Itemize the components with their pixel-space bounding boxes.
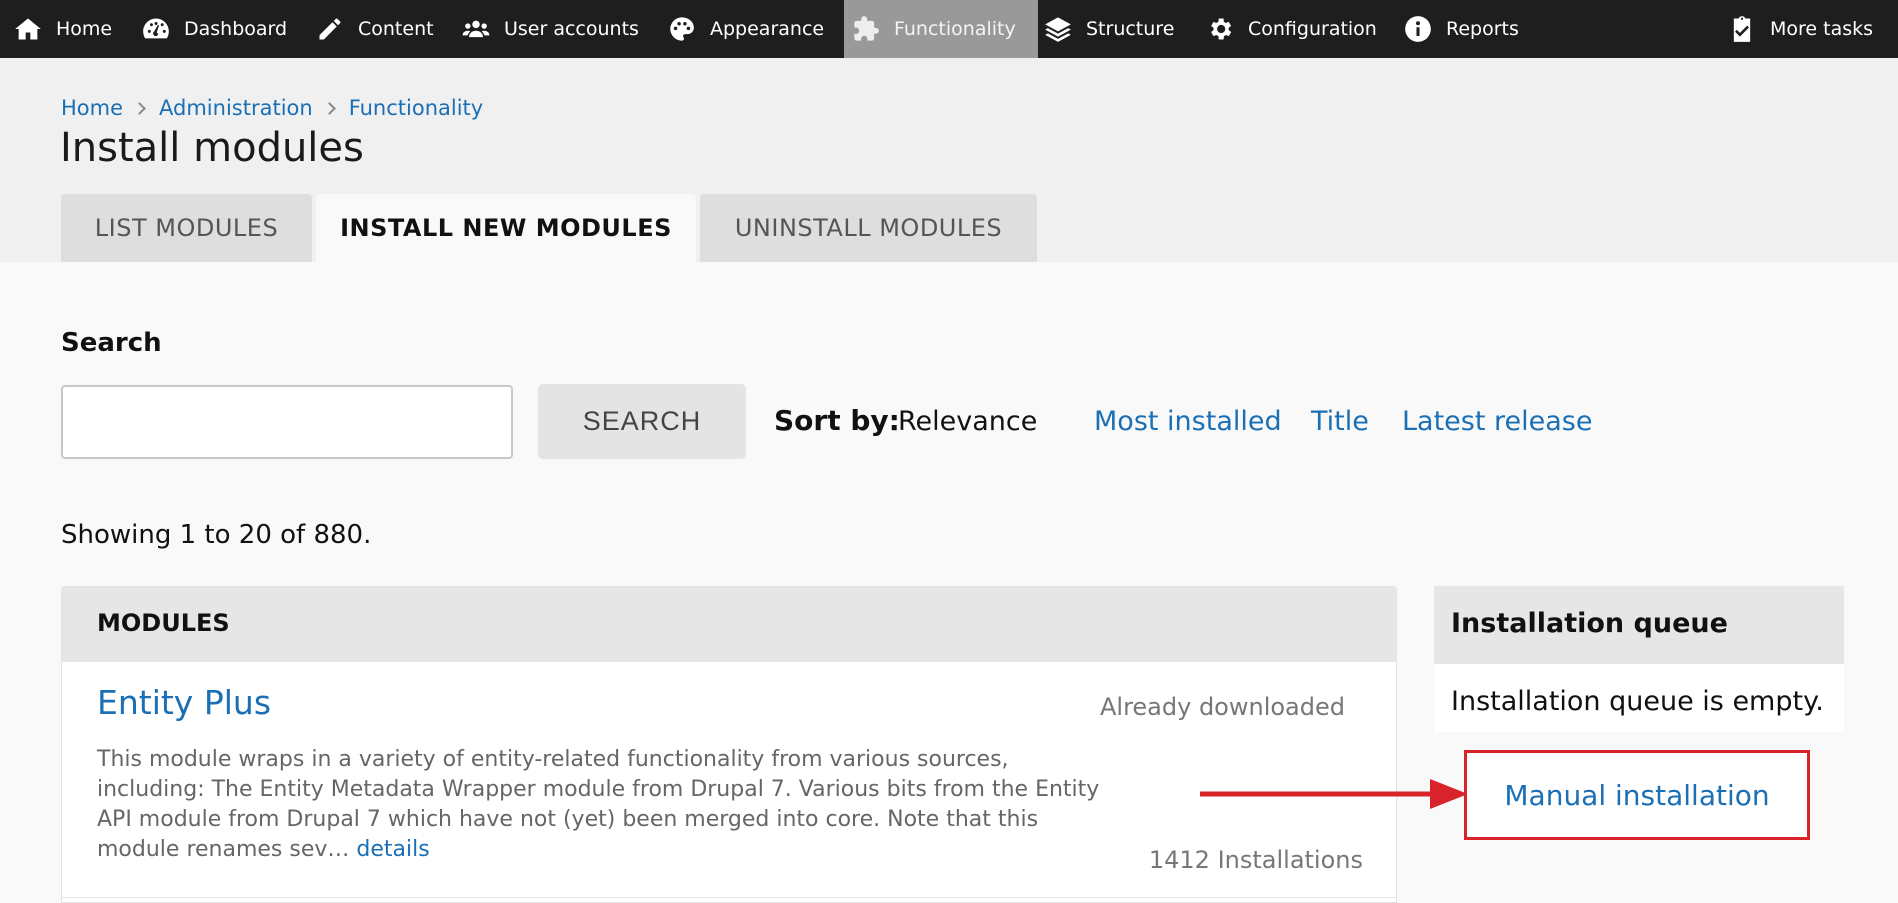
dashboard-icon (143, 18, 169, 39)
tab-list-modules[interactable]: LIST MODULES (61, 194, 312, 262)
toolbar-item-label: Appearance (710, 18, 825, 40)
toolbar-item-label: Home (56, 18, 113, 40)
toolbar-item-label: Configuration (1248, 18, 1377, 40)
modules-panel: MODULES Entity Plus Already downloaded T… (61, 586, 1397, 903)
chevron-right-icon (133, 101, 146, 115)
more-tasks-label: More tasks (1770, 18, 1874, 40)
modules-panel-header: MODULES (62, 587, 1396, 662)
toolbar-item-label: Functionality (894, 18, 1016, 40)
manual-installation-link[interactable]: Manual installation (1504, 779, 1769, 812)
info-icon (1405, 16, 1431, 42)
modules-panel-title: MODULES (97, 609, 230, 637)
breadcrumb: Home Administration Functionality (61, 94, 483, 122)
toolbar-item-user-accounts[interactable]: User accounts (462, 0, 639, 58)
toolbar-more-tasks[interactable]: More tasks (1728, 0, 1873, 58)
toolbar-item-label: Content (358, 18, 434, 40)
toolbar-item-structure[interactable]: Structure (1044, 0, 1174, 58)
toolbar-item-label: Structure (1086, 18, 1175, 40)
sort-link-title[interactable]: Title (1311, 406, 1369, 437)
breadcrumb-link-functionality[interactable]: Functionality (349, 96, 484, 120)
divider (62, 897, 1396, 898)
users-icon (462, 20, 490, 38)
results-count: Showing 1 to 20 of 880. (61, 520, 372, 550)
module-description: This module wraps in a variety of entity… (97, 745, 1107, 865)
module-status: Already downloaded (1099, 693, 1345, 721)
tab-install-new-modules[interactable]: INSTALL NEW MODULES (316, 194, 696, 262)
toolbar-item-appearance[interactable]: Appearance (668, 0, 824, 58)
annotation-arrow-icon (1200, 779, 1468, 809)
installation-queue-title: Installation queue (1451, 608, 1728, 639)
sort-link-latest-release[interactable]: Latest release (1402, 406, 1592, 437)
page-title: Install modules (60, 125, 364, 171)
clipboard-check-icon (1733, 16, 1751, 42)
toolbar-item-label: User accounts (504, 18, 639, 40)
toolbar-item-content[interactable]: Content (316, 0, 434, 58)
sort-link-most-installed[interactable]: Most installed (1094, 406, 1282, 437)
module-description-text: This module wraps in a variety of entity… (97, 747, 1100, 862)
admin-toolbar: Home Dashboard Content User accounts App… (0, 0, 1898, 58)
module-details-link[interactable]: details (356, 837, 429, 862)
search-label: Search (61, 328, 162, 358)
module-installations-count: 1412 Installations (1148, 846, 1363, 874)
installation-queue: Installation queue Installation queue is… (1434, 586, 1844, 732)
toolbar-item-reports[interactable]: Reports (1404, 0, 1519, 58)
toolbar-item-dashboard[interactable]: Dashboard (142, 0, 287, 58)
sort-current-relevance: Relevance (898, 406, 1038, 437)
manual-installation-highlight: Manual installation (1464, 750, 1810, 840)
gear-icon (1211, 18, 1232, 40)
palette-icon (670, 17, 694, 41)
puzzle-icon (854, 16, 879, 41)
tab-uninstall-modules[interactable]: UNINSTALL MODULES (700, 194, 1037, 262)
toolbar-item-label: Dashboard (184, 18, 288, 40)
breadcrumb-link-home[interactable]: Home (61, 96, 123, 120)
installation-queue-header: Installation queue (1434, 586, 1844, 664)
home-icon (15, 18, 41, 40)
layers-icon (1045, 17, 1071, 42)
toolbar-item-label: Reports (1446, 18, 1519, 40)
installation-queue-empty-text: Installation queue is empty. (1451, 686, 1824, 717)
toolbar-item-home[interactable]: Home (14, 0, 112, 58)
toolbar-item-configuration[interactable]: Configuration (1206, 0, 1377, 58)
toolbar-item-functionality[interactable]: Functionality (844, 0, 1038, 58)
breadcrumb-link-administration[interactable]: Administration (159, 96, 313, 120)
search-button[interactable]: SEARCH (538, 384, 746, 459)
module-name-link[interactable]: Entity Plus (97, 683, 271, 722)
pencil-icon (319, 18, 341, 40)
chevron-right-icon (322, 101, 336, 115)
sort-by-label: Sort by: (774, 404, 900, 437)
search-input[interactable] (61, 385, 513, 459)
